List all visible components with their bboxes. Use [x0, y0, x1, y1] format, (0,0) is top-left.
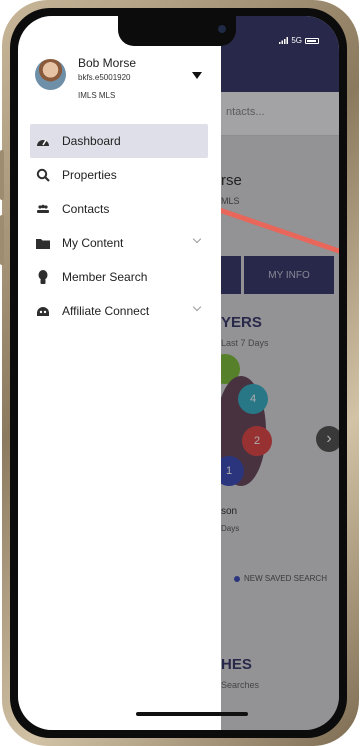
- status-indicators: 5G: [279, 36, 319, 45]
- nav-label-contacts: Contacts: [62, 202, 110, 216]
- nav-label-dashboard: Dashboard: [62, 134, 121, 148]
- nav-item-contacts[interactable]: Contacts: [30, 192, 208, 226]
- nav-item-properties[interactable]: Properties: [30, 158, 208, 192]
- caret-down-icon[interactable]: [192, 72, 202, 79]
- status-bar: 4:46 PM 5G: [18, 16, 339, 50]
- avatar: [35, 59, 66, 90]
- status-time: 4:46 PM: [36, 37, 66, 46]
- signal-icon: [279, 37, 289, 44]
- battery-icon: [305, 37, 319, 44]
- contacts-icon: [30, 204, 56, 214]
- handshake-icon: [30, 305, 56, 317]
- profile-header[interactable]: Bob Morse bkfs.e5001920 IMLS MLS: [18, 50, 221, 120]
- person-icon: [30, 270, 56, 284]
- nav-item-affiliate-connect[interactable]: Affiliate Connect: [30, 294, 208, 328]
- nav-label-my-content: My Content: [62, 236, 124, 250]
- chevron-down-icon[interactable]: [192, 302, 202, 312]
- profile-mls: IMLS MLS: [78, 91, 116, 100]
- volume-button: [0, 215, 4, 265]
- dashboard-icon: [30, 135, 56, 147]
- home-indicator[interactable]: [136, 712, 248, 716]
- nav-item-member-search[interactable]: Member Search: [30, 260, 208, 294]
- search-icon: [30, 168, 56, 182]
- nav-label-properties: Properties: [62, 168, 117, 182]
- nav-label-member-search: Member Search: [62, 270, 148, 284]
- nav-label-affiliate-connect: Affiliate Connect: [62, 304, 150, 318]
- network-label: 5G: [291, 36, 302, 45]
- volume-button: [0, 150, 4, 200]
- nav-list: Dashboard Properties Contacts My Content: [18, 124, 221, 328]
- camera-icon: [218, 25, 226, 33]
- folder-icon: [30, 238, 56, 249]
- profile-name: Bob Morse: [78, 56, 137, 70]
- chevron-down-icon[interactable]: [192, 234, 202, 244]
- screen: ntacts... rse MLS MY INFO YERS Last 7 Da…: [18, 16, 339, 730]
- nav-item-dashboard[interactable]: Dashboard: [30, 124, 208, 158]
- navigation-drawer: Bob Morse bkfs.e5001920 IMLS MLS Dashboa…: [18, 16, 221, 730]
- nav-item-my-content[interactable]: My Content: [30, 226, 208, 260]
- profile-id: bkfs.e5001920: [78, 73, 131, 82]
